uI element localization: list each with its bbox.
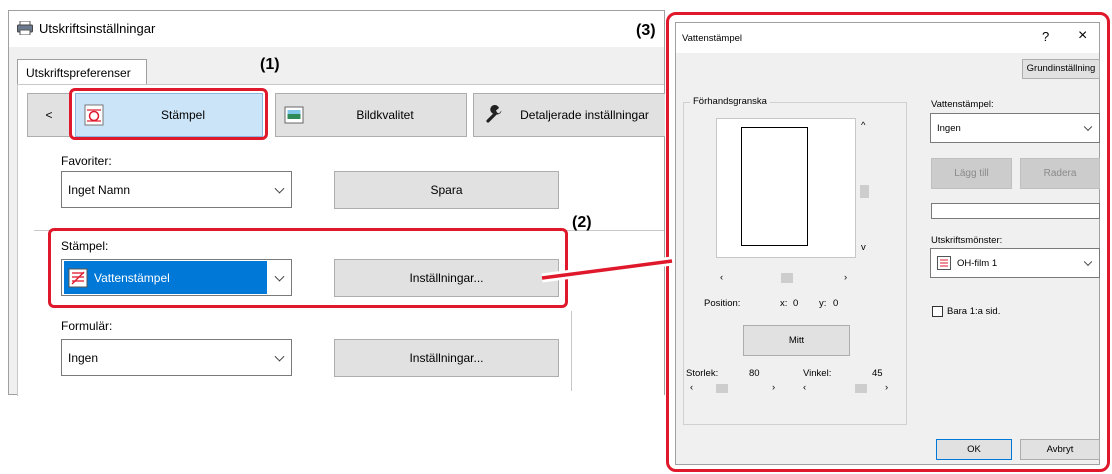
print-pattern-label: Utskriftsmönster: [931,235,1003,246]
slider-left-icon[interactable]: ‹ [690,382,693,393]
add-button[interactable]: Lägg till [931,158,1012,189]
connector-arrow [541,256,673,283]
size-slider-thumb[interactable] [716,384,728,393]
center-button[interactable]: Mitt [743,325,850,356]
delete-button[interactable]: Radera [1020,158,1100,189]
scroll-right-icon[interactable]: › [844,272,847,283]
preview-page [741,127,808,246]
help-button[interactable]: ? [1042,29,1049,44]
print-pattern-value: OH-film 1 [957,257,998,269]
title-bar: Utskriftsinställningar [9,11,664,47]
first-page-only-label: Bara 1:a sid. [947,306,1001,317]
watermark-text-input[interactable] [931,203,1100,219]
vertical-scrollbar[interactable]: ^ v [857,118,873,258]
highlight-stamp-section [48,228,568,308]
scroll-down-icon[interactable]: v [861,242,866,253]
image-quality-icon [284,106,304,124]
x-label: x: [780,298,788,309]
image-quality-label: Bildkvalitet [356,108,414,122]
ok-button[interactable]: OK [936,439,1012,460]
callout-3: (3) [636,22,656,39]
angle-slider[interactable]: ‹ › [803,382,893,395]
form-label: Formulär: [61,319,113,333]
watermark-value: Ingen [937,122,961,134]
size-value: 80 [749,368,760,379]
y-label: y: [819,298,827,309]
scroll-left-icon[interactable]: ‹ [720,272,723,283]
back-button[interactable]: < [27,93,71,137]
y-value: 0 [833,298,839,309]
save-button[interactable]: Spara [334,171,559,209]
watermark-dropdown[interactable]: Ingen [930,113,1100,143]
angle-slider-thumb[interactable] [855,384,867,393]
callout-1: (1) [260,56,280,73]
dialog-title-bar: Vattenstämpel ? × [676,23,1099,53]
position-label: Position: [704,298,741,309]
angle-value: 45 [872,368,883,379]
slider-left-icon[interactable]: ‹ [803,382,806,393]
tab-print-preferences[interactable]: Utskriftspreferenser [17,59,147,85]
window-title: Utskriftsinställningar [39,21,156,36]
horizontal-scroll-thumb[interactable] [781,273,793,283]
form-settings-button[interactable]: Inställningar... [334,339,559,377]
x-value: 0 [793,298,799,309]
first-page-only-checkbox[interactable] [932,306,943,317]
film-icon [937,256,951,270]
preview-area [716,118,856,258]
cancel-button[interactable]: Avbryt [1020,439,1100,460]
detailed-settings-label: Detaljerade inställningar [520,108,649,122]
print-pattern-dropdown[interactable]: OH-film 1 [930,248,1100,278]
callout-2: (2) [572,214,592,231]
watermark-label: Vattenstämpel: [931,99,994,110]
default-settings-button[interactable]: Grundinställning [1022,59,1100,79]
slider-right-icon[interactable]: › [772,382,775,393]
form-value: Ingen [68,350,99,365]
close-button[interactable]: × [1078,27,1087,45]
printer-icon [17,21,33,35]
favorites-dropdown[interactable]: Inget Namn [61,171,292,208]
horizontal-scrollbar[interactable]: ‹ › [716,272,856,286]
size-slider[interactable]: ‹ › [690,382,780,395]
wrench-icon [486,105,502,123]
chevron-down-icon [274,351,285,362]
slider-right-icon[interactable]: › [885,382,888,393]
favorites-value: Inget Namn [68,182,131,197]
size-label: Storlek: [686,368,719,379]
form-dropdown[interactable]: Ingen [61,339,292,376]
print-settings-window: Utskriftsinställningar Utskriftspreferen… [8,10,665,396]
dialog-title: Vattenstämpel [682,33,743,44]
vertical-scroll-thumb[interactable] [860,185,869,198]
back-label: < [45,108,53,122]
angle-label: Vinkel: [803,368,832,379]
chevron-down-icon [1083,257,1093,267]
chevron-down-icon [274,183,285,194]
favorites-label: Favoriter: [61,154,112,168]
divider [571,311,572,391]
watermark-dialog: Vattenstämpel ? × Grundinställning Förha… [675,22,1100,465]
detailed-settings-button[interactable]: Detaljerade inställningar [473,93,665,137]
preview-label: Förhandsgranska [690,96,770,107]
chevron-down-icon [1083,122,1093,132]
highlight-stamp-button [69,88,268,140]
scroll-up-icon[interactable]: ^ [861,120,865,131]
image-quality-button[interactable]: Bildkvalitet [275,93,467,137]
